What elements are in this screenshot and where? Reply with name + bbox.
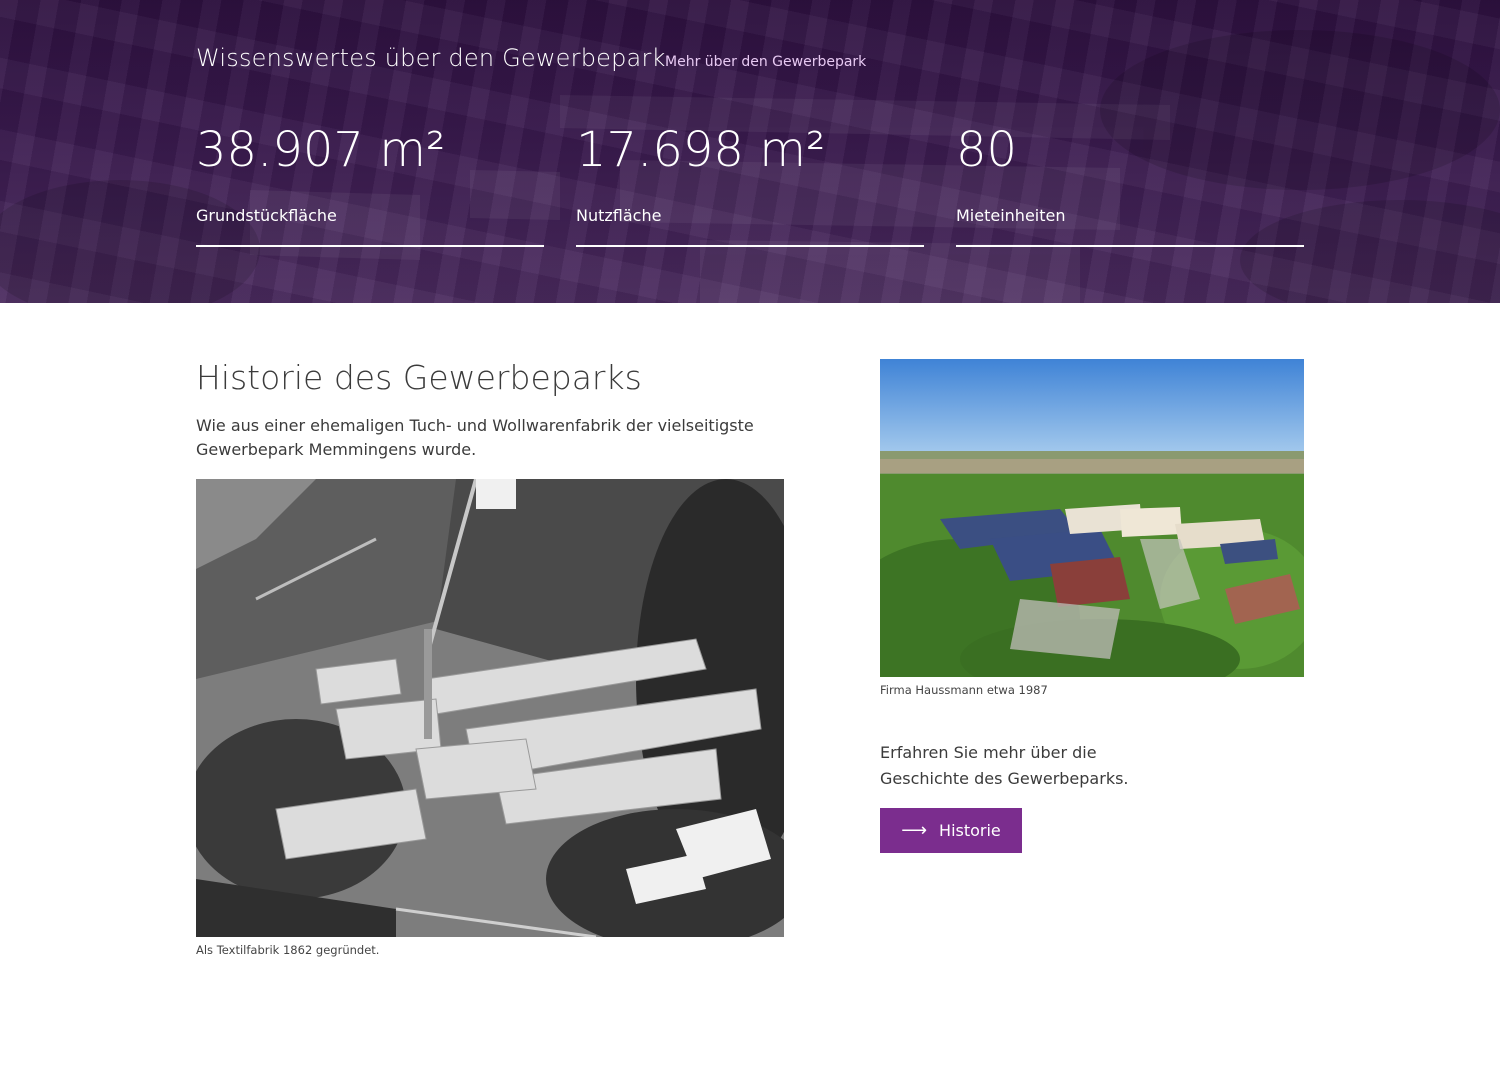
stat-label: Mieteinheiten [956,206,1066,225]
aerial-photo-caption: Firma Haussmann etwa 1987 [880,683,1048,697]
stat-value: 17.698 m² [576,122,826,178]
stat-label: Nutzfläche [576,206,662,225]
historic-factory-photo [196,479,784,937]
aerial-park-photo [880,359,1304,677]
arrow-right-icon: ⟶ [901,819,928,841]
stat-plot-area: 38.907 m² Grundstückfläche [196,120,544,247]
stat-usable-area: 17.698 m² Nutzfläche [576,120,924,247]
more-about-park-link[interactable]: Mehr über den Gewerbepark [665,54,866,70]
history-button[interactable]: ⟶ Historie [880,808,1022,853]
history-intro: Wie aus einer ehemaligen Tuch- und Wollw… [196,416,754,459]
stat-value: 38.907 m² [196,122,446,178]
historic-photo-caption: Als Textilfabrik 1862 gegründet. [196,943,380,957]
stat-label: Grundstückfläche [196,206,337,225]
stat-value: 80 [956,122,1018,178]
history-title: Historie des Gewerbeparks [196,358,642,397]
stats-hero: Wissenswertes über den Gewerbepark Mehr … [0,0,1500,303]
history-cta-text: Erfahren Sie mehr über die Geschichte de… [880,743,1129,788]
hero-title: Wissenswertes über den Gewerbepark [196,44,666,72]
stat-rental-units: 80 Mieteinheiten [956,120,1304,247]
history-button-label: Historie [939,821,1001,840]
